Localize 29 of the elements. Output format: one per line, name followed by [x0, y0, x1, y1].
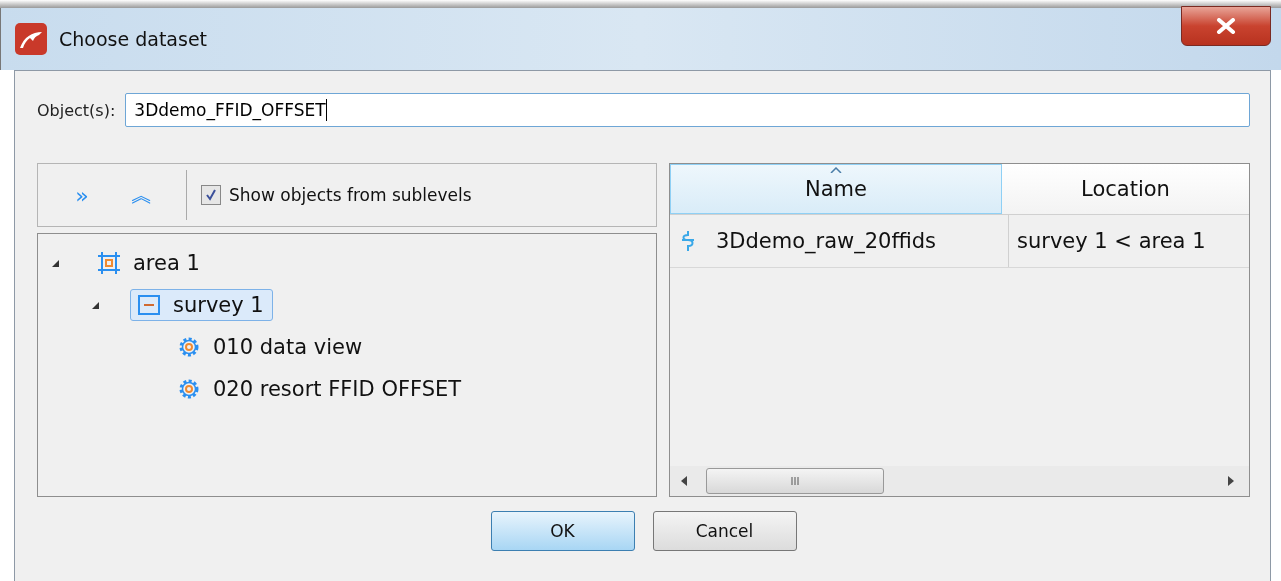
window-title: Choose dataset — [59, 28, 208, 50]
column-header[interactable]: Name — [670, 164, 1002, 214]
scroll-thumb[interactable] — [706, 468, 884, 494]
objects-input-field[interactable]: 3Ddemo_FFID_OFFSET — [125, 93, 1250, 127]
tree-item[interactable]: survey 1 — [130, 289, 273, 321]
square-minus-icon — [137, 293, 161, 317]
dialog-button[interactable]: Cancel — [652, 511, 797, 551]
tree-item[interactable]: area 1 — [90, 247, 209, 279]
scroll-right-icon[interactable] — [1227, 475, 1235, 487]
grip-icon — [790, 476, 800, 486]
table-cell[interactable]: survey 1 < area 1 — [1009, 215, 1249, 267]
checkmark-icon — [204, 188, 218, 202]
horizontal-scrollbar[interactable] — [670, 466, 1249, 496]
expander-icon[interactable] — [50, 258, 60, 268]
expander-icon[interactable] — [90, 300, 100, 310]
tree-item[interactable]: 020 resort FFID OFFSET — [170, 373, 471, 405]
tree-item[interactable]: 010 data view — [170, 331, 372, 363]
dialog-button[interactable]: OK — [490, 511, 635, 551]
scroll-left-icon[interactable] — [680, 475, 688, 487]
checkbox-label[interactable]: Show objects from sublevels — [229, 185, 472, 205]
close-button[interactable] — [1181, 6, 1271, 46]
checkbox[interactable] — [201, 185, 221, 205]
table-cell[interactable]: 3Ddemo_raw_20ffids — [670, 215, 1009, 267]
gear-icon — [177, 377, 201, 401]
close-icon — [1216, 18, 1236, 34]
field-label: Object(s): — [37, 100, 116, 120]
frame-icon — [97, 251, 121, 275]
column-header[interactable]: Location — [1002, 164, 1249, 214]
gear-icon — [177, 335, 201, 359]
